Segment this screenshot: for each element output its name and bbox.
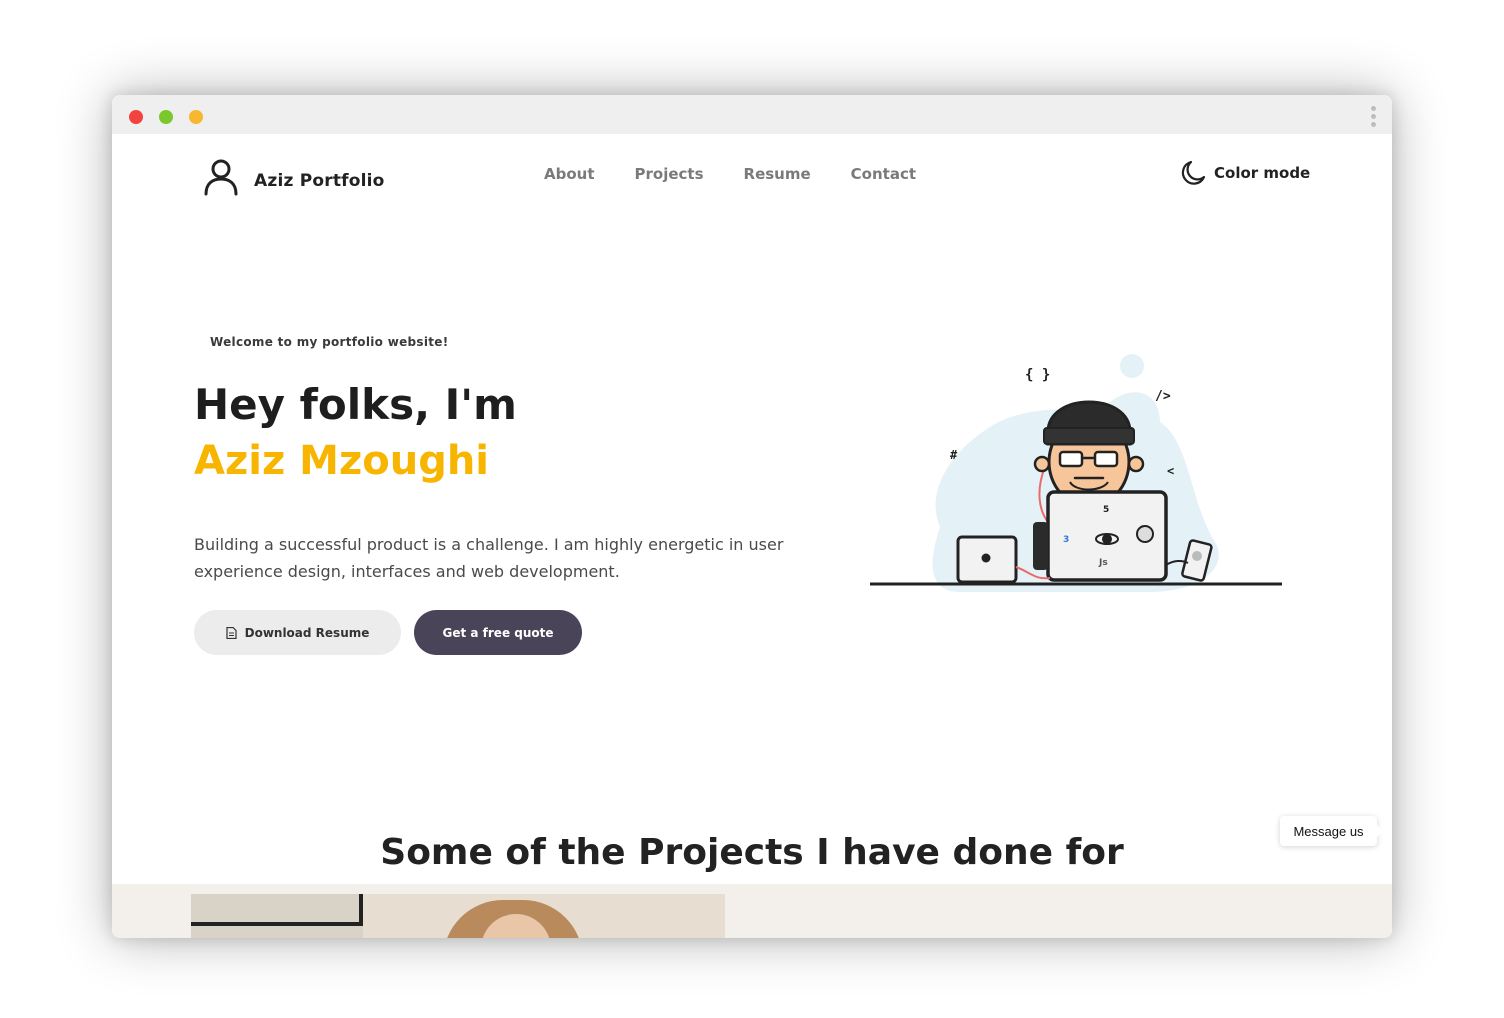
hash-symbol: # bbox=[950, 448, 958, 462]
nav-projects[interactable]: Projects bbox=[635, 165, 704, 183]
user-icon bbox=[204, 159, 238, 196]
download-resume-label: Download Resume bbox=[244, 625, 370, 640]
hero-name: Aziz Mzoughi bbox=[194, 438, 490, 484]
projects-section-title: Some of the Projects I have done for bbox=[380, 832, 1124, 873]
welcome-text: Welcome to my portfolio website! bbox=[210, 335, 449, 349]
color-mode-label: Color mode bbox=[1214, 164, 1311, 182]
js-logo: Js bbox=[1098, 558, 1108, 568]
chevron-symbol: < bbox=[1167, 464, 1174, 478]
free-quote-label: Get a free quote bbox=[442, 625, 554, 640]
download-resume-button[interactable]: Download Resume bbox=[194, 610, 401, 655]
thumbnail-frame bbox=[191, 894, 363, 938]
nav-about[interactable]: About bbox=[544, 165, 595, 183]
hero-greeting: Hey folks, I'm bbox=[194, 380, 517, 429]
document-icon bbox=[226, 626, 237, 639]
portfolio-page: Aziz Portfolio About Projects Resume Con… bbox=[112, 134, 1392, 938]
developer-illustration: { } /> # < 3 5 Js bbox=[870, 354, 1282, 592]
braces-symbol: { } bbox=[1025, 367, 1050, 383]
message-us-button[interactable]: Message us bbox=[1280, 816, 1383, 846]
nav-contact[interactable]: Contact bbox=[851, 165, 916, 183]
tag-symbol: /> bbox=[1155, 389, 1171, 404]
brand-logo[interactable]: Aziz Portfolio bbox=[202, 158, 385, 196]
project-thumbnail[interactable] bbox=[191, 894, 725, 938]
main-nav: About Projects Resume Contact bbox=[544, 165, 956, 183]
minimize-window-button[interactable] bbox=[189, 110, 203, 124]
browser-window: Aziz Portfolio About Projects Resume Con… bbox=[112, 95, 1392, 938]
more-options-icon[interactable] bbox=[1371, 106, 1377, 128]
nav-resume[interactable]: Resume bbox=[744, 165, 811, 183]
hero-description: Building a successful product is a chall… bbox=[194, 535, 784, 581]
projects-section bbox=[112, 884, 1392, 938]
maximize-window-button[interactable] bbox=[159, 110, 173, 124]
free-quote-button[interactable]: Get a free quote bbox=[414, 610, 582, 655]
html-logo: 5 bbox=[1103, 505, 1109, 515]
brand-name: Aziz Portfolio bbox=[254, 171, 385, 191]
moon-icon bbox=[1181, 160, 1206, 185]
color-mode-toggle[interactable]: Color mode bbox=[1180, 160, 1310, 186]
close-window-button[interactable] bbox=[129, 110, 143, 124]
css-logo: 3 bbox=[1063, 535, 1069, 545]
window-titlebar bbox=[112, 95, 1392, 134]
